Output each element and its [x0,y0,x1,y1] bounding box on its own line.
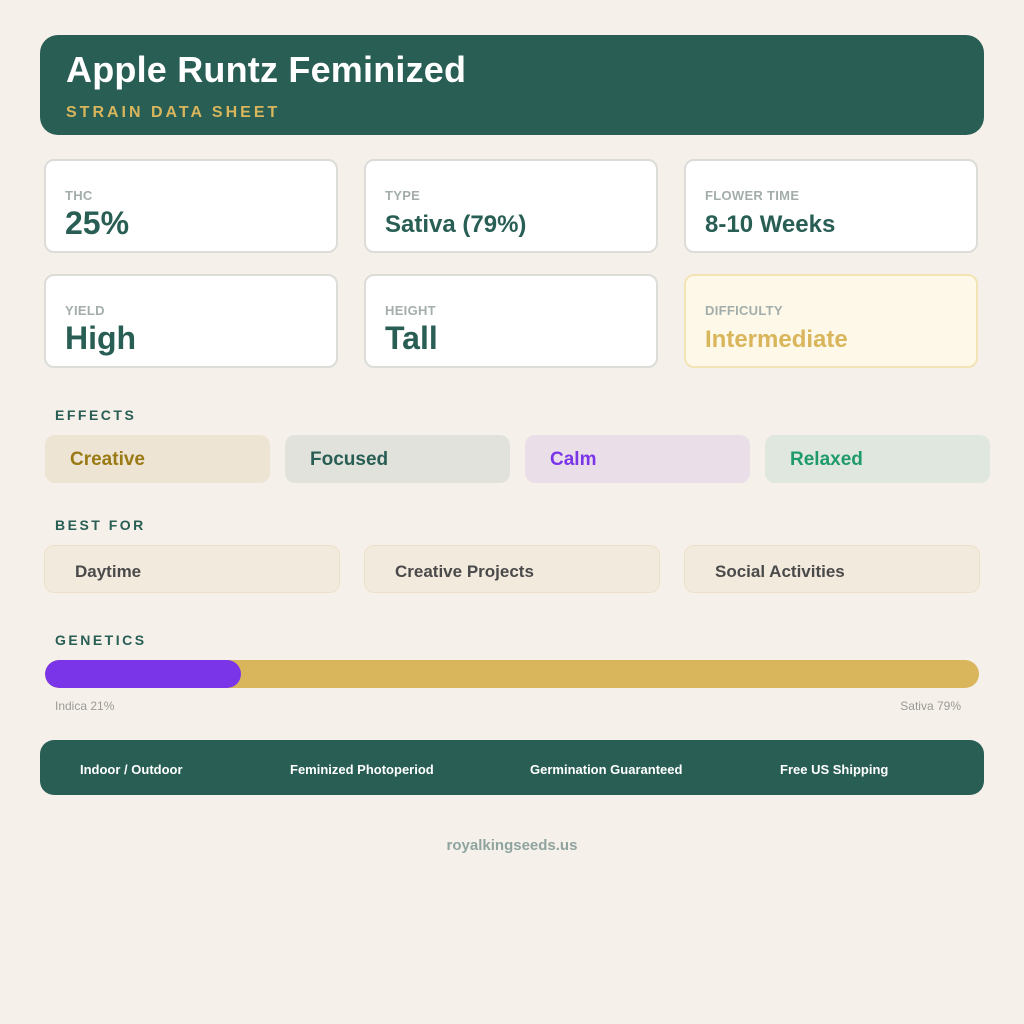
page-subtitle: STRAIN DATA SHEET [66,104,281,121]
effect-label: Creative [70,449,145,470]
header-banner: Apple Runtz Feminized STRAIN DATA SHEET [40,35,984,135]
stat-label: TYPE [385,188,421,203]
stat-card-type: TYPE Sativa (79%) [364,159,658,253]
effect-tag-focused: Focused [285,435,510,483]
stat-card-yield: YIELD High [44,274,338,368]
stat-card-flower-time: FLOWER TIME 8-10 Weeks [684,159,978,253]
genetics-sativa-label: Sativa 79% [900,699,961,713]
page-title: Apple Runtz Feminized [66,49,467,90]
feature-free-us-shipping: Free US Shipping [780,762,889,777]
best-for-label: Creative Projects [395,562,534,581]
effects-heading: EFFECTS [55,407,137,423]
feature-indoor-outdoor: Indoor / Outdoor [80,762,183,777]
stat-label: HEIGHT [385,303,436,318]
effect-tag-calm: Calm [525,435,750,483]
genetics-bar [45,660,979,688]
stat-card-height: HEIGHT Tall [364,274,658,368]
best-for-label: Daytime [75,562,142,581]
best-for-item-social-activities: Social Activities [684,545,980,593]
effect-label: Relaxed [790,449,863,470]
stat-value: High [65,320,137,356]
genetics-heading: GENETICS [55,632,147,648]
effect-label: Focused [310,449,389,470]
stat-label: FLOWER TIME [705,188,800,203]
stat-label: DIFFICULTY [705,303,783,318]
best-for-item-daytime: Daytime [44,545,340,593]
stat-value: Tall [385,320,438,356]
best-for-label: Social Activities [715,562,845,581]
stat-value: Sativa (79%) [385,211,527,238]
stat-label: THC [65,188,93,203]
effect-label: Calm [550,449,597,470]
feature-feminized-photoperiod: Feminized Photoperiod [290,762,434,777]
best-for-item-creative-projects: Creative Projects [364,545,660,593]
genetics-indica-fill [45,660,242,688]
effect-tag-creative: Creative [45,435,270,483]
stat-value: Intermediate [705,326,848,353]
best-for-heading: BEST FOR [55,517,146,533]
features-bar: Indoor / Outdoor Feminized Photoperiod G… [40,740,984,795]
stat-value: 25% [65,205,130,241]
feature-germination-guaranteed: Germination Guaranteed [530,762,683,777]
website-link[interactable]: royalkingseeds.us [0,837,1024,854]
effect-tag-relaxed: Relaxed [765,435,990,483]
stat-label: YIELD [65,303,105,318]
stat-card-thc: THC 25% [44,159,338,253]
stat-card-difficulty: DIFFICULTY Intermediate [684,274,978,368]
genetics-indica-label: Indica 21% [55,699,115,713]
stat-value: 8-10 Weeks [705,211,836,238]
